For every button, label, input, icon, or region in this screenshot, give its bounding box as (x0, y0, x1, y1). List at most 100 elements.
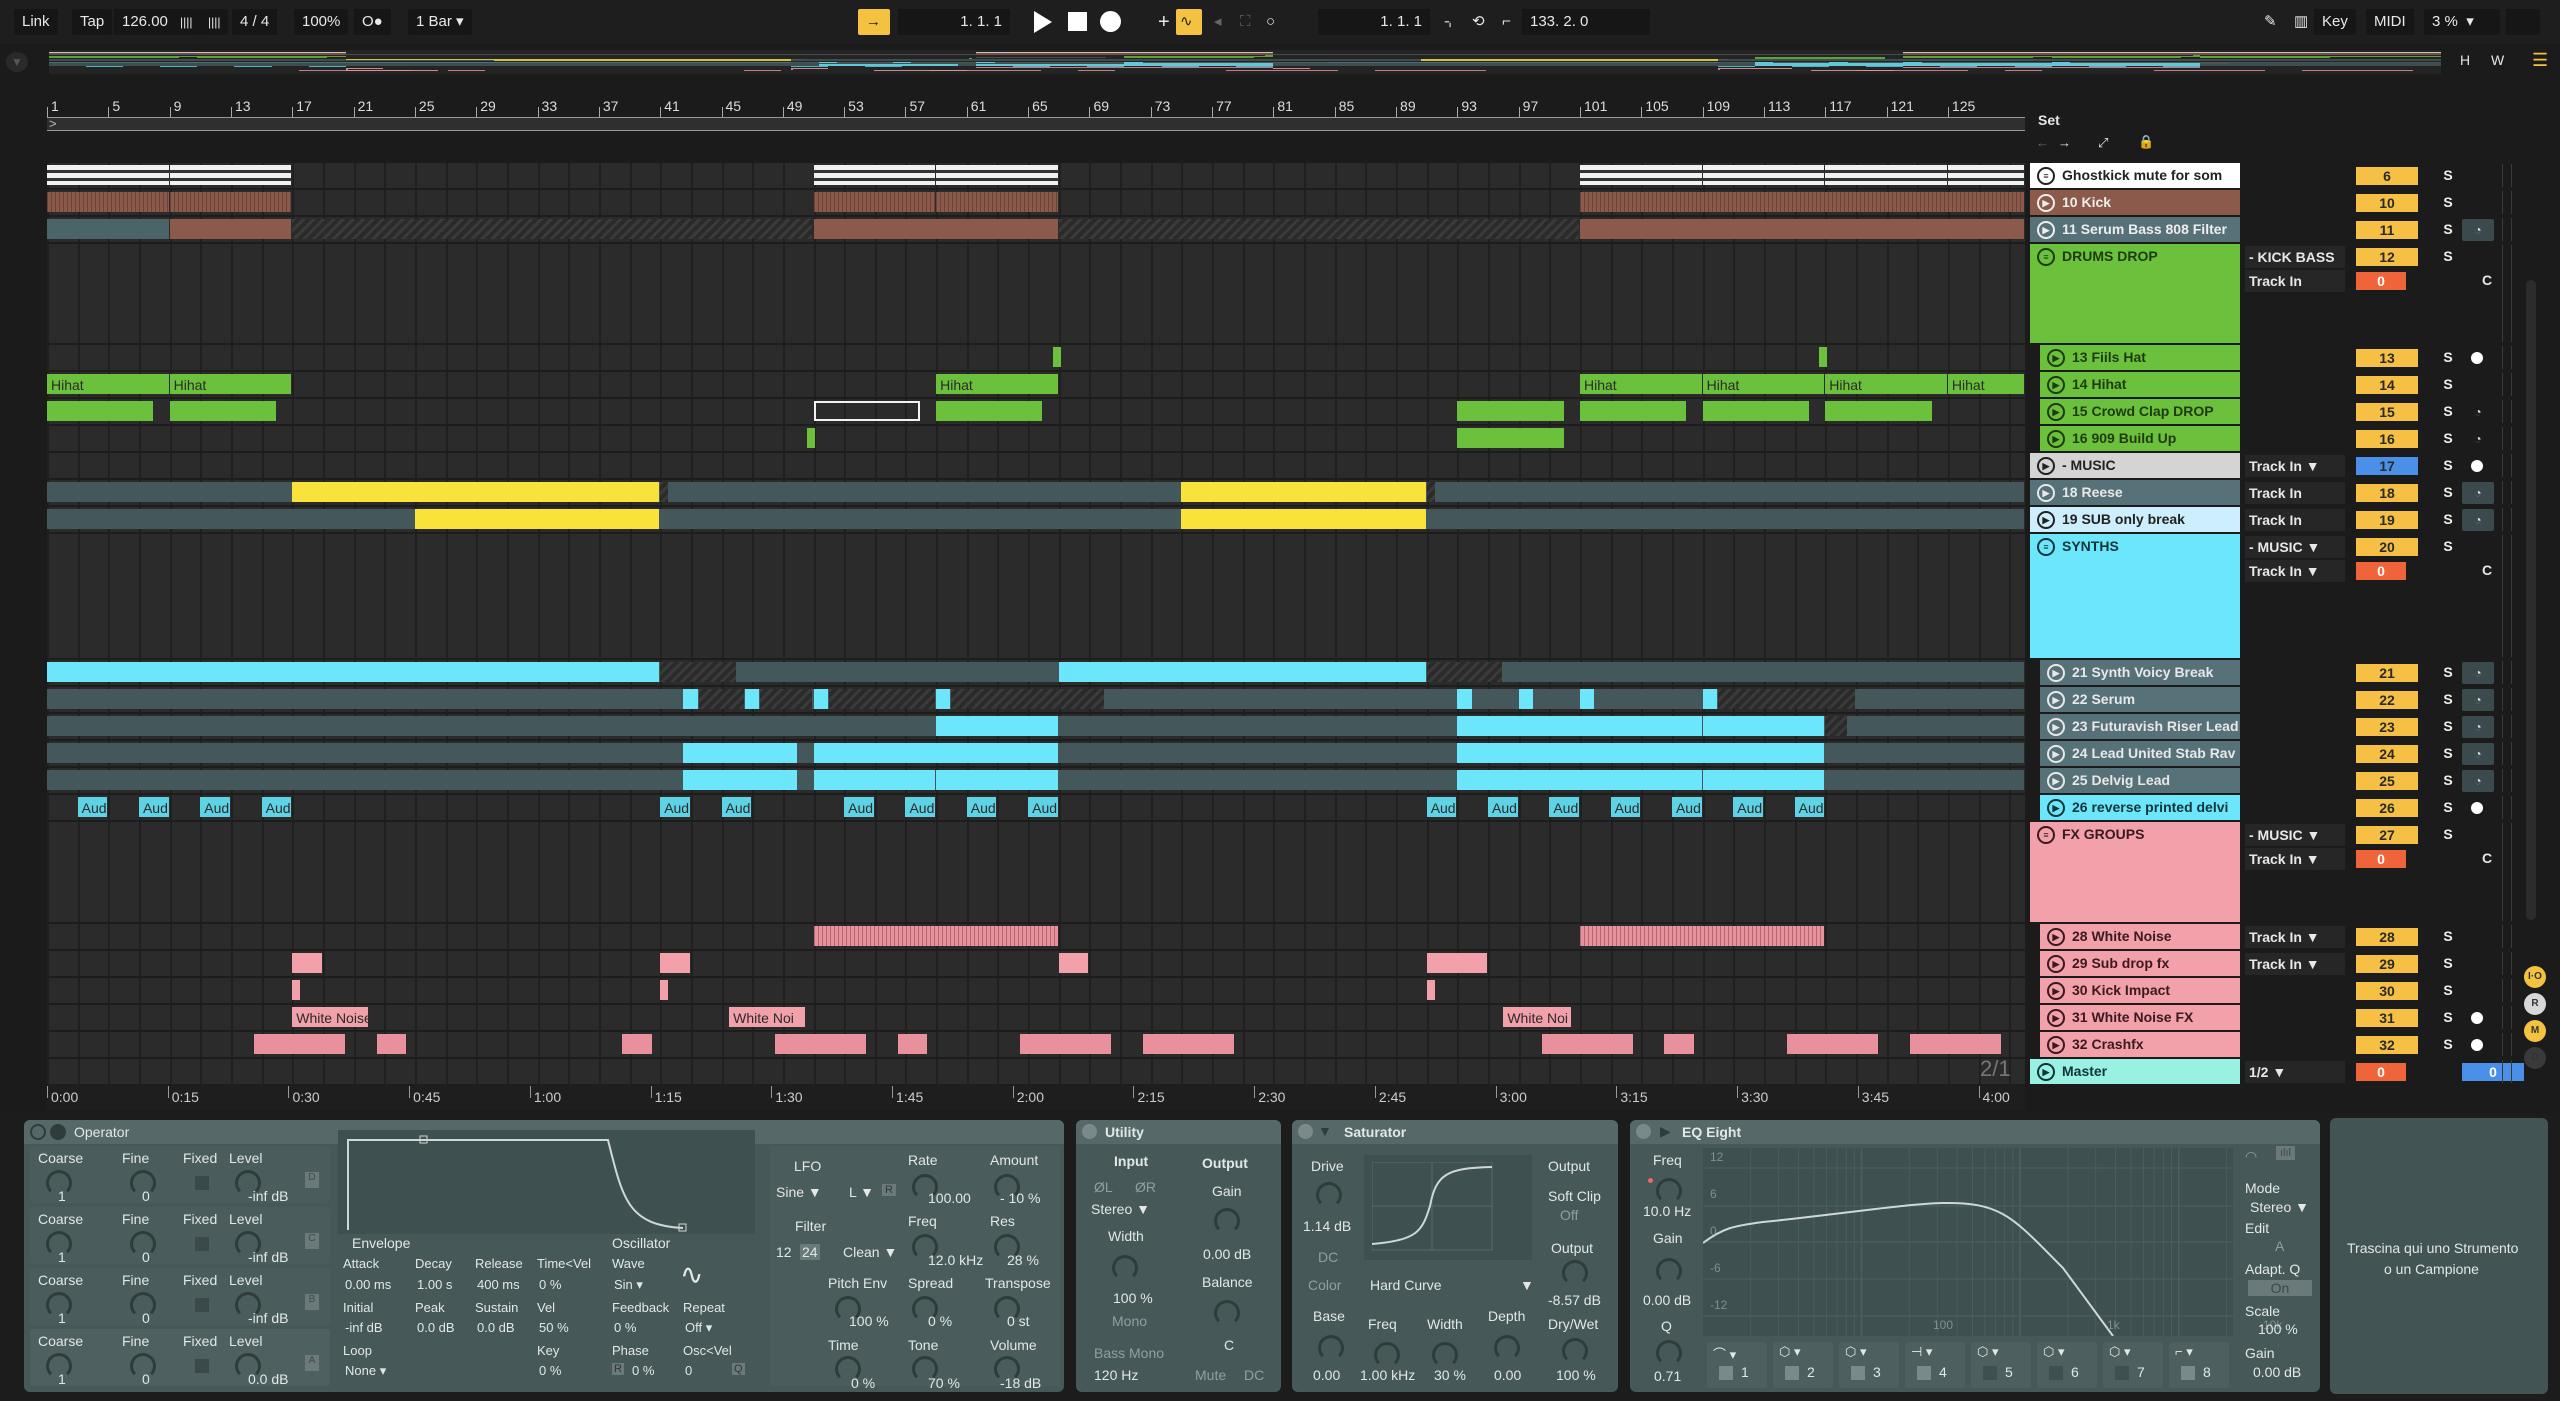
clip[interactable] (1457, 689, 1472, 709)
clip[interactable] (936, 689, 951, 709)
clip[interactable] (621, 1034, 652, 1054)
adaptive-q-toggle[interactable]: On (2248, 1280, 2312, 1296)
arm-dot-icon[interactable] (2471, 460, 2483, 472)
solo-button[interactable]: S (2436, 826, 2460, 842)
track-activator-icon[interactable]: ▶ (2047, 1036, 2065, 1054)
clip[interactable] (1702, 770, 1825, 790)
play-button[interactable] (1034, 11, 1052, 33)
track-header-11[interactable]: ▶ 19 SUB only break (2030, 507, 2240, 532)
track-volume-number[interactable]: 16 (2356, 430, 2418, 448)
track-volume-number[interactable]: 14 (2356, 376, 2418, 394)
solo-button[interactable]: S (2436, 1036, 2460, 1052)
clip[interactable]: Hihat (1580, 374, 1702, 394)
track-lane[interactable] (47, 244, 2025, 345)
fixed-toggle[interactable] (195, 1176, 209, 1190)
clip[interactable]: Aud (1549, 797, 1579, 817)
clip[interactable] (169, 165, 292, 185)
solo-button[interactable]: S (2436, 982, 2460, 998)
slope-24-button[interactable]: 24 (800, 1244, 820, 1260)
clip[interactable] (813, 743, 1058, 763)
filter-circuit-select[interactable]: Clean ▼ (843, 1244, 897, 1260)
time-signature-field[interactable]: 4 / 4 (232, 9, 278, 35)
solo-button[interactable]: S (2436, 457, 2460, 473)
solo-button[interactable]: S (2436, 403, 2460, 419)
band-toggle[interactable] (1983, 1366, 1997, 1380)
track-lane[interactable] (47, 217, 2025, 244)
track-volume-number[interactable]: 20 (2356, 538, 2418, 556)
track-volume-number[interactable]: 15 (2356, 403, 2418, 421)
track-volume-number[interactable]: 22 (2356, 691, 2418, 709)
track-activator-icon[interactable]: ▶ (2037, 1063, 2055, 1081)
operator-select-button[interactable]: A (305, 1355, 319, 1371)
wave-value[interactable]: Sin ▾ (614, 1277, 643, 1293)
track-lane[interactable] (47, 822, 2025, 924)
track-activator-icon[interactable]: ▶ (2047, 982, 2065, 1000)
clip[interactable] (1058, 219, 1579, 239)
groove-amount-field[interactable]: 100% (294, 9, 349, 35)
clip[interactable]: White Noi (729, 1007, 805, 1027)
clip[interactable] (1664, 1034, 1694, 1054)
clip[interactable]: Hihat (47, 374, 169, 394)
oscvel-value[interactable]: 0 (685, 1363, 692, 1378)
solo-button[interactable]: S (2436, 928, 2460, 944)
tempo-field[interactable]: 126.00 (114, 9, 176, 35)
clip[interactable] (47, 401, 154, 421)
band-toggle[interactable] (2115, 1366, 2129, 1380)
dc-button[interactable]: DC (1318, 1249, 1338, 1265)
session-record-icon[interactable]: ○ (1258, 9, 1283, 35)
input-routing-select[interactable]: - MUSIC ▼ (2245, 536, 2345, 558)
clip[interactable] (1909, 1034, 2001, 1054)
track-activator-icon[interactable]: ▶ (2047, 718, 2065, 736)
track-header-6[interactable]: ▶ 14 Hihat (2040, 372, 2240, 397)
clip[interactable] (759, 689, 813, 709)
clip[interactable] (292, 219, 813, 239)
track-lane[interactable] (47, 978, 2025, 1005)
track-activator-icon[interactable]: ▶ (2047, 349, 2065, 367)
track-lane[interactable] (47, 1059, 2025, 1086)
instrument-drop-zone[interactable] (2330, 1118, 2548, 1394)
loop-start-field[interactable]: 1. 1. 1 (1318, 9, 1430, 35)
track-volume-number[interactable]: 23 (2356, 718, 2418, 736)
group-pan-value[interactable]: 0 (2356, 850, 2406, 868)
track-lane[interactable] (47, 480, 2025, 507)
track-header-25[interactable]: ▶ Master (2030, 1059, 2240, 1084)
clip[interactable] (813, 219, 1058, 239)
clip[interactable] (1702, 165, 1825, 185)
track-header-20[interactable]: ▶ 28 White Noise (2040, 924, 2240, 949)
clip[interactable] (1717, 689, 1855, 709)
solo-button[interactable]: S (2436, 718, 2460, 734)
track-volume-number[interactable]: 18 (2356, 484, 2418, 502)
clip[interactable] (47, 219, 169, 239)
track-lane[interactable] (47, 1032, 2025, 1059)
group-fold-icon[interactable]: ≡ (2037, 538, 2055, 556)
stop-button[interactable] (1068, 12, 1087, 31)
group-fold-icon[interactable]: ≡ (2037, 167, 2055, 185)
track-activator-icon[interactable]: ▶ (2037, 194, 2055, 212)
solo-button[interactable]: S (2436, 664, 2460, 680)
clip[interactable]: Aud (1610, 797, 1641, 817)
output-knob[interactable] (1562, 1260, 1588, 1286)
solo-button[interactable]: S (2436, 1009, 2460, 1025)
peak-value[interactable]: 0.0 dB (417, 1320, 455, 1335)
clip[interactable] (1580, 401, 1687, 421)
input-routing-select[interactable]: Track In (2245, 509, 2345, 531)
input-routing-select[interactable]: Track In ▼ (2245, 926, 2345, 948)
track-header-15[interactable]: ▶ 23 Futuravish Riser Lead (2040, 714, 2240, 739)
device-fold[interactable] (50, 1124, 66, 1140)
track-activator-icon[interactable]: ▶ (2047, 799, 2065, 817)
overdub-icon[interactable]: + (1150, 9, 1178, 35)
arrangement-overview[interactable] (49, 50, 2441, 74)
track-lane[interactable]: White Noise White Noi White Noi (47, 1005, 2025, 1032)
clock-icon[interactable]: ◔ (2462, 482, 2494, 504)
loop-length-field[interactable]: 133. 2. 0 (1522, 9, 1650, 35)
clip[interactable]: White Noise (292, 1007, 368, 1027)
color-button[interactable]: Color (1308, 1277, 1341, 1293)
clip[interactable] (253, 1034, 345, 1054)
fixed-toggle[interactable] (195, 1298, 209, 1312)
arm-dot-icon[interactable] (2471, 1012, 2483, 1024)
clock-icon[interactable]: ◔ (2462, 428, 2494, 450)
follow-button[interactable]: → (858, 9, 890, 35)
clip[interactable]: Aud (1733, 797, 1763, 817)
track-activator-icon[interactable]: ▶ (2047, 955, 2065, 973)
dry-wet-knob[interactable] (1562, 1338, 1588, 1364)
